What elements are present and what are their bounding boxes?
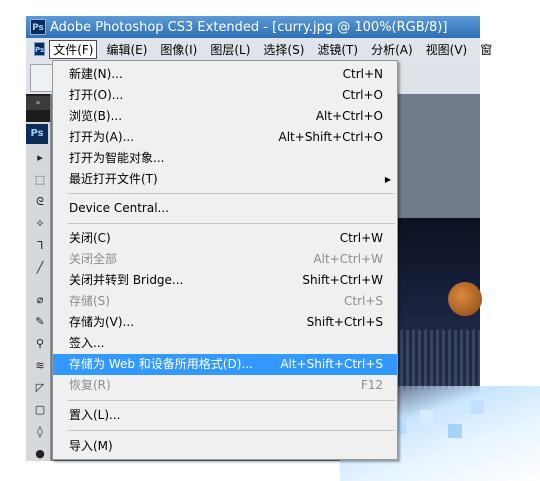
- menu-edit[interactable]: 编辑(E): [102, 40, 151, 59]
- menu-item-shortcut: F12: [360, 378, 383, 392]
- title-bar: Ps Adobe Photoshop CS3 Extended - [curry…: [26, 16, 480, 38]
- menu-item-shortcut: Alt+Shift+Ctrl+S: [280, 357, 383, 371]
- menu-item-import[interactable]: 导入(M): [53, 436, 397, 457]
- menu-item-close[interactable]: 关闭(C) Ctrl+W: [53, 228, 397, 249]
- eraser-tool-icon[interactable]: ◸: [34, 382, 46, 394]
- menu-separator: [67, 400, 395, 401]
- submenu-arrow-icon: ▶: [384, 175, 391, 184]
- menu-item-check-in[interactable]: 签入...: [53, 333, 397, 354]
- basketball-image: [448, 282, 482, 316]
- photoshop-logo-icon: Ps: [30, 19, 46, 35]
- document-menu-icon[interactable]: Ps: [34, 42, 46, 56]
- menu-item-label: 最近打开文件(T): [69, 172, 158, 186]
- clone-stamp-tool-icon[interactable]: ⚲: [34, 338, 46, 350]
- menu-item-shortcut: Alt+Shift+Ctrl+O: [278, 130, 383, 144]
- mosaic-block: [470, 400, 484, 414]
- menu-item-shortcut: Shift+Ctrl+S: [306, 315, 383, 329]
- lasso-tool-icon[interactable]: ᘓ: [34, 196, 46, 208]
- toolbox-logo-icon: Ps: [26, 124, 48, 144]
- history-brush-tool-icon[interactable]: ≋: [34, 360, 46, 372]
- menu-item-open[interactable]: 打开(O)... Ctrl+O: [53, 85, 397, 106]
- menu-item-shortcut: Ctrl+W: [339, 231, 383, 245]
- menu-item-label: 关闭(C): [69, 231, 111, 245]
- window-title: Adobe Photoshop CS3 Extended - [curry.jp…: [50, 19, 448, 35]
- slice-tool-icon[interactable]: ╱: [34, 262, 46, 274]
- menu-item-close-all[interactable]: 关闭全部 Alt+Ctrl+W: [53, 249, 397, 270]
- menu-item-revert[interactable]: 恢复(R) F12: [53, 375, 397, 396]
- menu-item-label: 置入(L)...: [69, 408, 121, 422]
- menu-filter[interactable]: 滤镜(T): [313, 40, 362, 59]
- healing-brush-tool-icon[interactable]: ⌀: [34, 294, 46, 306]
- crop-tool-icon[interactable]: ᒣ: [34, 240, 46, 252]
- gradient-tool-icon[interactable]: ▢: [34, 404, 46, 416]
- menu-item-label: Device Central...: [69, 201, 169, 215]
- menu-item-label: 关闭并转到 Bridge...: [69, 273, 184, 287]
- menu-item-new[interactable]: 新建(N)... Ctrl+N: [53, 64, 397, 85]
- menu-item-save-for-web[interactable]: 存储为 Web 和设备所用格式(D)... Alt+Shift+Ctrl+S: [53, 354, 397, 375]
- toolbox: Ps ▸ ⬚ ᘓ ✧ ᒣ ╱ ⌀ ✎ ⚲ ≋ ◸ ▢ ◊ ●: [26, 122, 51, 461]
- menu-select[interactable]: 选择(S): [259, 40, 308, 59]
- menu-item-shortcut: Ctrl+O: [342, 88, 383, 102]
- menu-item-browse[interactable]: 浏览(B)... Alt+Ctrl+O: [53, 106, 397, 127]
- menu-item-shortcut: Alt+Ctrl+O: [315, 109, 383, 123]
- menu-item-label: 存储为(V)...: [69, 315, 135, 329]
- menu-analysis[interactable]: 分析(A): [367, 40, 417, 59]
- menu-item-label: 新建(N)...: [69, 67, 123, 81]
- mosaic-block: [448, 424, 462, 438]
- brush-tool-icon[interactable]: ✎: [34, 316, 46, 328]
- menu-item-open-as-smart-object[interactable]: 打开为智能对象...: [53, 148, 397, 169]
- photo-crowd: [400, 330, 480, 390]
- panel-collapse-icon[interactable]: »: [26, 96, 50, 110]
- menu-item-label: 关闭全部: [69, 252, 118, 266]
- menu-image[interactable]: 图像(I): [156, 40, 201, 59]
- menu-item-label: 浏览(B)...: [69, 109, 123, 123]
- menu-item-save[interactable]: 存储(S) Ctrl+S: [53, 291, 397, 312]
- mosaic-block: [420, 410, 434, 424]
- dodge-tool-icon[interactable]: ●: [34, 448, 46, 460]
- menu-item-device-central[interactable]: Device Central...: [53, 198, 397, 219]
- menu-separator: [67, 223, 395, 224]
- menu-bar: Ps 文件(F) 编辑(E) 图像(I) 图层(L) 选择(S) 滤镜(T) 分…: [26, 38, 492, 61]
- menu-file[interactable]: 文件(F): [49, 39, 98, 59]
- menu-item-recent-files[interactable]: 最近打开文件(T) ▶: [53, 169, 397, 190]
- menu-separator: [67, 193, 395, 194]
- menu-item-shortcut: Alt+Ctrl+W: [313, 252, 383, 266]
- mosaic-block: [480, 436, 494, 450]
- menu-view[interactable]: 视图(V): [422, 40, 472, 59]
- menu-separator: [67, 430, 395, 431]
- file-menu-dropdown: 新建(N)... Ctrl+N 打开(O)... Ctrl+O 浏览(B)...…: [52, 60, 398, 460]
- menu-item-shortcut: Ctrl+S: [343, 294, 383, 308]
- magic-wand-tool-icon[interactable]: ✧: [34, 218, 46, 230]
- menu-item-label: 打开(O)...: [69, 88, 124, 102]
- menu-item-label: 恢复(R): [69, 378, 111, 392]
- menu-item-shortcut: Ctrl+N: [342, 67, 383, 81]
- menu-item-open-as[interactable]: 打开为(A)... Alt+Shift+Ctrl+O: [53, 127, 397, 148]
- menu-item-shortcut: Shift+Ctrl+W: [302, 273, 383, 287]
- menu-item-close-and-go-to-bridge[interactable]: 关闭并转到 Bridge... Shift+Ctrl+W: [53, 270, 397, 291]
- menu-item-label: 打开为智能对象...: [69, 151, 165, 165]
- menu-item-label: 打开为(A)...: [69, 130, 135, 144]
- menu-item-label: 导入(M): [69, 439, 113, 453]
- menu-layer[interactable]: 图层(L): [206, 40, 254, 59]
- menu-item-place[interactable]: 置入(L)...: [53, 405, 397, 426]
- menu-item-save-as[interactable]: 存储为(V)... Shift+Ctrl+S: [53, 312, 397, 333]
- menu-window[interactable]: 窗: [476, 40, 496, 59]
- move-tool-icon[interactable]: ▸: [34, 152, 46, 164]
- blur-tool-icon[interactable]: ◊: [34, 426, 46, 438]
- menu-item-label: 存储(S): [69, 294, 110, 308]
- marquee-tool-icon[interactable]: ⬚: [34, 174, 46, 186]
- menu-item-label: 存储为 Web 和设备所用格式(D)...: [69, 357, 253, 371]
- menu-item-label: 签入...: [69, 336, 105, 350]
